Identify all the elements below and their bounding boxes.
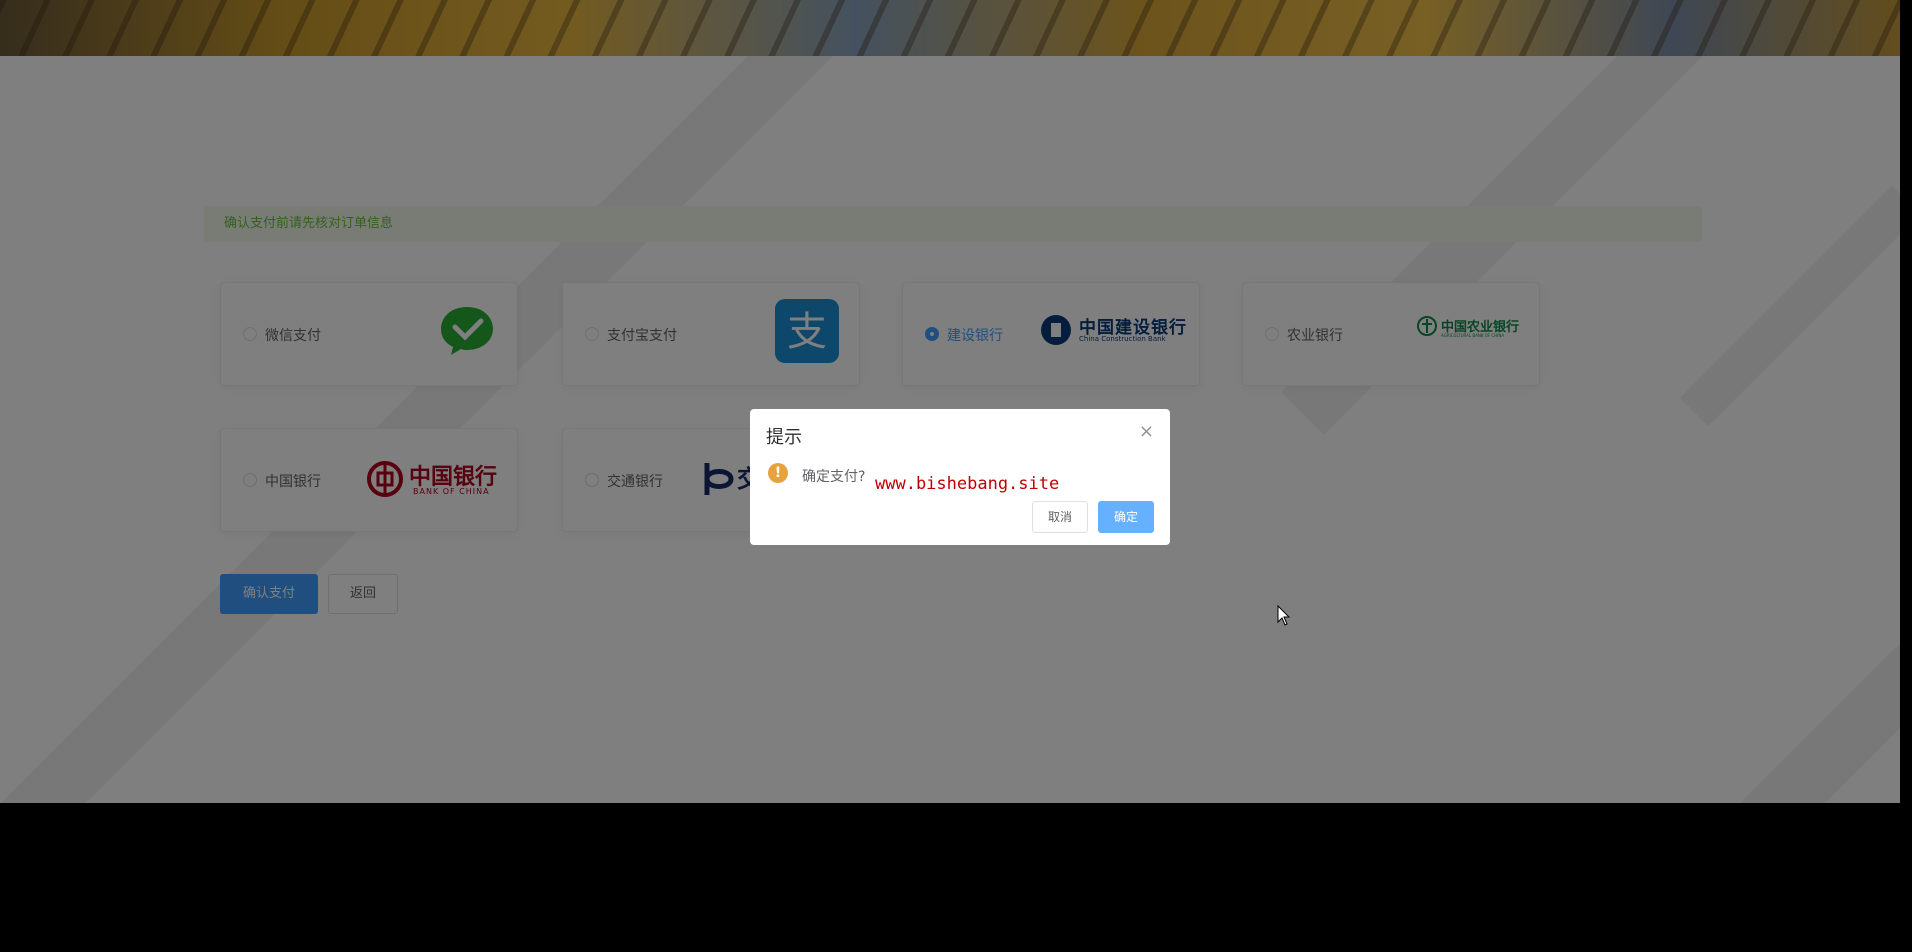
- mouse-cursor-icon: [1277, 605, 1291, 626]
- watermark-text: www.bishebang.site: [875, 474, 1060, 494]
- confirm-dialog: 提示 × ! 确定支付? www.bishebang.site 取消 确定: [750, 409, 1170, 545]
- dialog-title: 提示: [766, 427, 802, 448]
- dialog-message: 确定支付?: [802, 469, 866, 485]
- warning-icon: !: [768, 463, 788, 483]
- modal-mask[interactable]: [0, 0, 1900, 803]
- ok-button[interactable]: 确定: [1098, 501, 1154, 533]
- cancel-button[interactable]: 取消: [1032, 501, 1088, 533]
- close-icon[interactable]: ×: [1139, 421, 1154, 442]
